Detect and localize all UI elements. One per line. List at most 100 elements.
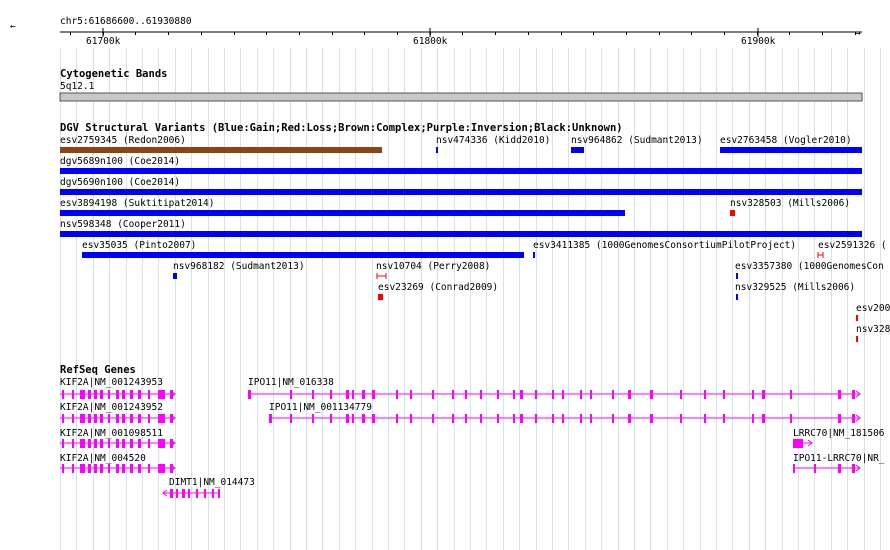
gene-exon xyxy=(72,439,74,448)
sv-label-esv2591326[interactable]: esv2591326 ( xyxy=(818,240,887,251)
sv-bar-esv3411385[interactable] xyxy=(533,252,535,258)
gene-exon xyxy=(520,390,523,399)
gene-exon xyxy=(562,390,564,399)
gene-model-lrrc70-nm-181506[interactable] xyxy=(793,439,813,448)
gene-exon xyxy=(80,439,85,448)
gene-exon xyxy=(852,390,855,399)
gene-exon xyxy=(330,414,332,423)
sv-label-esv3357380[interactable]: esv3357380 (1000GenomesCon xyxy=(735,261,884,272)
sv-label-nsv598348[interactable]: nsv598348 (Cooper2011) xyxy=(60,219,186,230)
gene-exon xyxy=(432,414,434,423)
sv-label-nsv328503[interactable]: nsv328503 (Mills2006) xyxy=(730,198,850,209)
sv-label-esv23269[interactable]: esv23269 (Conrad2009) xyxy=(378,282,498,293)
sv-label-nsv328[interactable]: nsv328 xyxy=(856,324,890,335)
gene-exon xyxy=(580,390,582,399)
sv-label-esv200[interactable]: esv200 xyxy=(856,303,890,314)
gene-exon xyxy=(100,414,103,423)
gene-exon xyxy=(148,464,150,473)
gene-exon xyxy=(72,390,74,399)
gene-exon xyxy=(130,414,133,423)
refseq-track[interactable]: RefSeq Genes KIF2A|NM_001243953 IPO11|NM… xyxy=(60,364,885,498)
gene-exon xyxy=(396,390,398,399)
gene-exon xyxy=(122,439,125,448)
position-ruler[interactable]: chr5:61686600..61930880 ← → 61700k 61800… xyxy=(10,16,862,47)
gene-exon xyxy=(62,464,64,473)
gene-exon xyxy=(752,390,754,399)
gene-exon xyxy=(497,390,499,399)
gene-model-ipo11-nm-001134779[interactable] xyxy=(269,414,861,423)
sv-label-esv3411385[interactable]: esv3411385 (1000GenomesConsortiumPilotPr… xyxy=(533,240,796,251)
sv-bar-esv35035[interactable] xyxy=(82,252,524,258)
gene-exon xyxy=(590,390,592,399)
sv-bar-nsv964862[interactable] xyxy=(571,147,584,153)
sv-label-nsv10704[interactable]: nsv10704 (Perry2008) xyxy=(376,261,490,272)
gene-exon xyxy=(148,390,150,399)
gene-exon xyxy=(138,464,141,473)
gene-exon xyxy=(552,414,554,423)
sv-label-nsv964862[interactable]: nsv964862 (Sudmant2013) xyxy=(571,135,703,146)
gene-model-ipo11-lrrc70-nr[interactable] xyxy=(793,464,861,473)
gene-exon xyxy=(130,390,133,399)
sv-label-nsv329525[interactable]: nsv329525 (Mills2006) xyxy=(735,282,855,293)
gene-exon xyxy=(116,464,119,473)
sv-bar-nsv598348[interactable] xyxy=(60,231,862,237)
sv-label-esv35035[interactable]: esv35035 (Pinto2007) xyxy=(82,240,196,251)
gene-exon xyxy=(452,390,454,399)
sv-bar-esv2759345[interactable] xyxy=(60,147,382,153)
gene-label-kif2a-nm-001243952[interactable]: KIF2A|NM_001243952 xyxy=(60,402,163,413)
sv-bar-esv23269[interactable] xyxy=(378,294,383,300)
sv-bar-nsv329525[interactable] xyxy=(736,294,738,300)
sv-bar-esv2763458[interactable] xyxy=(720,147,862,153)
gene-model-kif2a-nm-004520[interactable] xyxy=(60,464,176,473)
gene-exon xyxy=(513,390,515,399)
gene-exon xyxy=(138,390,141,399)
gene-exon xyxy=(290,390,292,399)
gene-exon xyxy=(752,414,754,423)
sv-label-dgv5689n100[interactable]: dgv5689n100 (Coe2014) xyxy=(60,156,180,167)
gene-label-kif2a-nm-001243953[interactable]: KIF2A|NM_001243953 xyxy=(60,377,163,388)
gene-exon xyxy=(138,414,141,423)
sv-bar-esv3894198[interactable] xyxy=(60,210,625,216)
sv-bar-dgv5690n100[interactable] xyxy=(60,189,862,195)
gene-model-kif2a-nm-001243952[interactable] xyxy=(60,414,176,423)
gene-label-kif2a-nm-004520[interactable]: KIF2A|NM_004520 xyxy=(60,453,146,464)
ruler-range-label: chr5:61686600..61930880 xyxy=(60,16,192,27)
sv-bar-nsv10704[interactable] xyxy=(376,273,387,279)
sv-bar-nsv328[interactable] xyxy=(856,336,858,342)
gene-label-ipo11-lrrc70-nr[interactable]: IPO11-LRRC70|NR_ xyxy=(793,453,885,464)
sv-label-nsv474336[interactable]: nsv474336 (Kidd2010) xyxy=(436,135,550,146)
sv-label-dgv5690n100[interactable]: dgv5690n100 (Coe2014) xyxy=(60,177,180,188)
sv-bar-dgv5689n100[interactable] xyxy=(60,168,862,174)
gene-exon xyxy=(352,390,354,399)
gene-label-lrrc70-nm-181506[interactable]: LRRC70|NM_181506 xyxy=(793,428,885,439)
gene-exon xyxy=(704,390,706,399)
ruler-left-arrow-icon: ← xyxy=(10,21,16,32)
sv-label-nsv968182[interactable]: nsv968182 (Sudmant2013) xyxy=(173,261,305,272)
gene-model-kif2a-nm-001243953[interactable] xyxy=(60,390,176,399)
gene-label-ipo11-nm-001134779[interactable]: IPO11|NM_001134779 xyxy=(269,402,372,413)
sv-bar-nsv474336[interactable] xyxy=(436,147,438,153)
sv-bar-esv3357380[interactable] xyxy=(736,273,738,279)
cytoband-track[interactable]: Cytogenetic Bands 5q12.1 xyxy=(59,68,863,102)
sv-label-esv2759345[interactable]: esv2759345 (Redon2006) xyxy=(60,135,186,146)
sv-label-esv3894198[interactable]: esv3894198 (Suktitipat2014) xyxy=(60,198,214,209)
genome-browser-track-panel: chr5:61686600..61930880 ← → 61700k 61800… xyxy=(10,16,890,550)
gene-model-kif2a-nm-001098511[interactable] xyxy=(60,439,176,448)
gene-exon xyxy=(535,390,537,399)
sv-bar-esv2591326[interactable] xyxy=(817,252,824,258)
gene-exon xyxy=(122,390,125,399)
gene-label-dimt1-nm-014473[interactable]: DIMT1|NM_014473 xyxy=(169,477,255,488)
gene-label-ipo11-nm-016338[interactable]: IPO11|NM_016338 xyxy=(248,377,334,388)
gene-exon xyxy=(204,489,206,498)
sv-bar-nsv328503[interactable] xyxy=(730,210,735,216)
gene-exon xyxy=(312,414,314,423)
gene-exon xyxy=(680,390,682,399)
gene-exon xyxy=(793,464,795,473)
gene-exon xyxy=(704,414,706,423)
cytoband-band-5q12-1[interactable] xyxy=(59,92,863,102)
sv-bar-nsv968182[interactable] xyxy=(173,273,177,279)
sv-label-esv2763458[interactable]: esv2763458 (Vogler2010) xyxy=(720,135,852,146)
gene-label-kif2a-nm-001098511[interactable]: KIF2A|NM_001098511 xyxy=(60,428,163,439)
ruler-tick-label-61900k: 61900k xyxy=(741,36,776,47)
sv-bar-esv200[interactable] xyxy=(856,315,858,321)
